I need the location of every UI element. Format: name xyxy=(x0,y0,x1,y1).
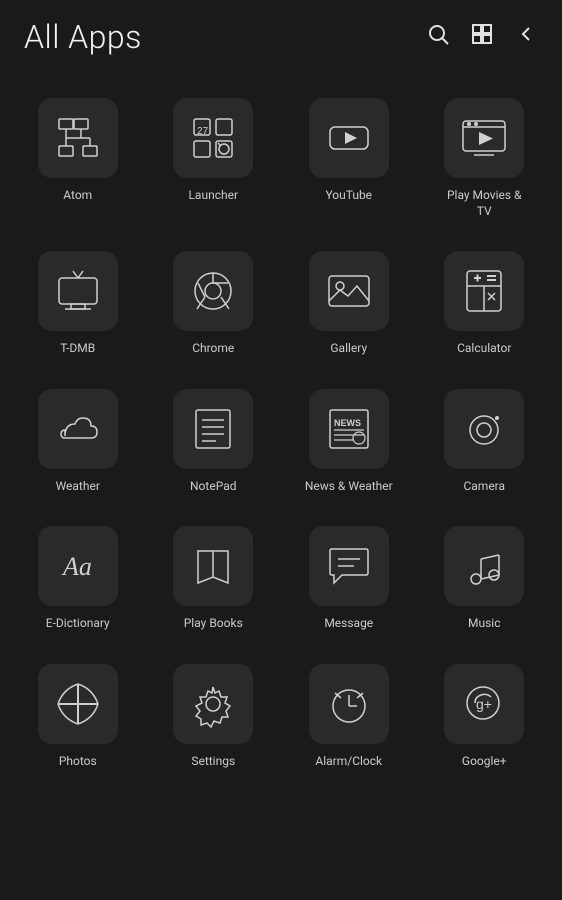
app-settings[interactable]: Settings xyxy=(146,650,282,788)
app-edictionary[interactable]: Aa E-Dictionary xyxy=(10,512,146,650)
back-icon[interactable] xyxy=(514,22,538,52)
app-youtube[interactable]: YouTube xyxy=(281,84,417,237)
tdmb-label: T-DMB xyxy=(60,341,95,357)
message-label: Message xyxy=(324,616,373,632)
svg-text:g+: g+ xyxy=(476,696,492,712)
calculator-icon xyxy=(444,251,524,331)
play-movies-icon xyxy=(444,98,524,178)
app-tdmb[interactable]: T-DMB xyxy=(10,237,146,375)
photos-label: Photos xyxy=(59,754,97,770)
gallery-label: Gallery xyxy=(330,341,367,357)
play-books-label: Play Books xyxy=(184,616,243,632)
app-notepad[interactable]: NotePad xyxy=(146,375,282,513)
header-actions xyxy=(426,22,538,52)
page-title: All Apps xyxy=(24,18,142,56)
google-plus-icon: g+ xyxy=(444,664,524,744)
news-weather-icon: NEWS xyxy=(309,389,389,469)
edictionary-icon: Aa xyxy=(38,526,118,606)
app-google-plus[interactable]: g+ Google+ xyxy=(417,650,553,788)
app-calculator[interactable]: Calculator xyxy=(417,237,553,375)
app-music[interactable]: Music xyxy=(417,512,553,650)
youtube-icon xyxy=(309,98,389,178)
weather-label: Weather xyxy=(56,479,100,495)
alarm-clock-icon xyxy=(309,664,389,744)
atom-label: Atom xyxy=(63,188,92,204)
settings-label: Settings xyxy=(191,754,235,770)
app-play-movies[interactable]: Play Movies & TV xyxy=(417,84,553,237)
news-weather-label: News & Weather xyxy=(305,479,393,495)
app-camera[interactable]: Camera xyxy=(417,375,553,513)
app-play-books[interactable]: Play Books xyxy=(146,512,282,650)
grid-icon[interactable] xyxy=(470,22,494,52)
app-atom[interactable]: Atom xyxy=(10,84,146,237)
chrome-label: Chrome xyxy=(192,341,234,357)
gallery-icon xyxy=(309,251,389,331)
settings-icon xyxy=(173,664,253,744)
app-alarm-clock[interactable]: Alarm/Clock xyxy=(281,650,417,788)
launcher-label: Launcher xyxy=(188,188,238,204)
music-label: Music xyxy=(468,616,500,632)
apps-grid: Atom 27 Launcher YouTube xyxy=(0,74,562,798)
svg-text:27: 27 xyxy=(197,126,209,137)
tdmb-icon xyxy=(38,251,118,331)
weather-icon xyxy=(38,389,118,469)
app-message[interactable]: Message xyxy=(281,512,417,650)
svg-text:NEWS: NEWS xyxy=(334,418,361,428)
launcher-icon: 27 xyxy=(173,98,253,178)
app-weather[interactable]: Weather xyxy=(10,375,146,513)
notepad-label: NotePad xyxy=(190,479,237,495)
search-icon[interactable] xyxy=(426,22,450,52)
camera-label: Camera xyxy=(463,479,505,495)
calculator-label: Calculator xyxy=(457,341,511,357)
music-icon xyxy=(444,526,524,606)
google-plus-label: Google+ xyxy=(462,754,507,770)
play-books-icon xyxy=(173,526,253,606)
app-header: All Apps xyxy=(0,0,562,74)
youtube-label: YouTube xyxy=(325,188,372,204)
app-chrome[interactable]: Chrome xyxy=(146,237,282,375)
chrome-icon xyxy=(173,251,253,331)
app-photos[interactable]: Photos xyxy=(10,650,146,788)
notepad-icon xyxy=(173,389,253,469)
edictionary-label: E-Dictionary xyxy=(46,616,110,632)
message-icon xyxy=(309,526,389,606)
app-launcher[interactable]: 27 Launcher xyxy=(146,84,282,237)
svg-text:Aa: Aa xyxy=(61,552,92,581)
alarm-clock-label: Alarm/Clock xyxy=(315,754,382,770)
play-movies-label: Play Movies & TV xyxy=(439,188,529,219)
photos-icon xyxy=(38,664,118,744)
camera-icon xyxy=(444,389,524,469)
atom-icon xyxy=(38,98,118,178)
app-gallery[interactable]: Gallery xyxy=(281,237,417,375)
app-news-weather[interactable]: NEWS News & Weather xyxy=(281,375,417,513)
